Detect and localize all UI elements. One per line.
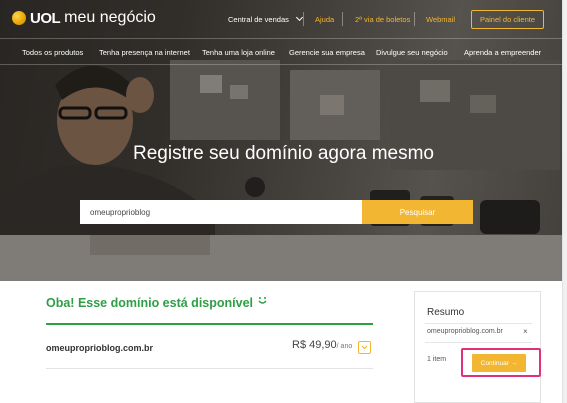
nav-divulgue-negocio[interactable]: Divulgue seu negócio — [376, 48, 448, 57]
result-divider — [46, 323, 373, 325]
brand-product: meu negócio — [64, 9, 156, 26]
top-bar: UOL meu negócio Central de vendas Ajuda … — [0, 0, 567, 38]
hero-headline: Registre seu domínio agora mesmo — [133, 143, 434, 164]
nav-divider-line — [0, 64, 567, 65]
nav-divider — [303, 12, 304, 26]
brand-uol: UOL — [30, 9, 61, 27]
nav-presenca-internet[interactable]: Tenha presença na internet — [99, 48, 190, 57]
nav-divider — [414, 12, 415, 26]
continuar-button[interactable]: Continuar → — [472, 354, 526, 372]
price-period: / ano — [336, 343, 353, 350]
summary-divider — [425, 323, 532, 324]
summary-item: omeuproprioblog.com.br — [427, 328, 503, 335]
brand-logo[interactable]: UOL meu negócio — [12, 9, 156, 27]
availability-title: Oba! Esse domínio está disponível — [46, 296, 253, 310]
price-value: R$ 49,90 — [292, 339, 337, 351]
nav-divider — [342, 12, 343, 26]
ajuda-link[interactable]: Ajuda — [315, 15, 334, 24]
nav-divider-line — [0, 38, 567, 39]
smile-icon — [258, 297, 267, 304]
summary-panel: Resumo omeuproprioblog.com.br × 1 item — [414, 291, 541, 403]
nav-aprenda-empreender[interactable]: Aprenda a empreender — [464, 48, 541, 57]
chevron-down-icon — [295, 13, 303, 22]
domain-search-input[interactable] — [80, 200, 362, 224]
availability-heading: Oba! Esse domínio está disponível — [46, 296, 268, 310]
hero-overlay — [0, 0, 567, 281]
select-domain-checkbox[interactable] — [358, 341, 371, 354]
checkbox-icon — [361, 345, 368, 350]
central-de-vendas-menu[interactable]: Central de vendas — [228, 13, 303, 24]
summary-divider — [425, 342, 532, 343]
summary-count: 1 item — [427, 356, 447, 363]
summary-title: Resumo — [427, 307, 465, 318]
pesquisar-button[interactable]: Pesquisar — [362, 200, 473, 224]
hero-banner — [0, 0, 567, 281]
row-divider — [46, 368, 373, 369]
domain-name: omeuproprioblog.com.br — [46, 343, 153, 353]
nav-todos-os-produtos[interactable]: Todos os produtos — [22, 48, 83, 57]
arrow-right-icon: → — [510, 359, 518, 367]
page-scrollbar[interactable] — [562, 0, 567, 403]
webmail-link[interactable]: Webmail — [426, 15, 455, 24]
central-de-vendas-label: Central de vendas — [228, 15, 289, 24]
nav-loja-online[interactable]: Tenha uma loja online — [202, 48, 275, 57]
nav-gerencie-empresa[interactable]: Gerencie sua empresa — [289, 48, 365, 57]
close-icon[interactable]: × — [523, 327, 528, 336]
boletos-link[interactable]: 2ª via de boletos — [355, 15, 410, 24]
domain-price: R$ 49,90/ ano — [292, 339, 352, 351]
painel-do-cliente-button[interactable]: Painel do cliente — [471, 10, 544, 29]
continuar-label: Continuar — [480, 359, 509, 367]
uol-logo-icon — [12, 11, 26, 25]
